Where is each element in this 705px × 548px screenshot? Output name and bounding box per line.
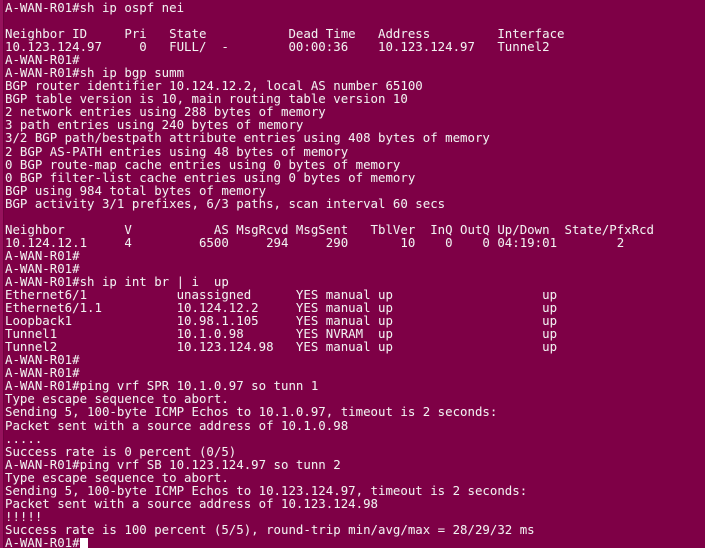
terminal-line: 0 BGP route-map cache entries using 0 by… bbox=[5, 156, 401, 172]
terminal-window[interactable]: A-WAN-R01#sh ip ospf nei Neighbor ID Pri… bbox=[0, 0, 705, 548]
terminal-command-line: A-WAN-R01#ping vrf SB 10.123.124.97 so t… bbox=[5, 456, 341, 472]
terminal-line: Sending 5, 100-byte ICMP Echos to 10.123… bbox=[5, 482, 528, 498]
terminal-line: A-WAN-R01#sh ip ospf nei bbox=[5, 0, 185, 15]
terminal-line: Packet sent with a source address of 10.… bbox=[5, 495, 378, 511]
terminal-line: BGP using 984 total bytes of memory bbox=[5, 182, 267, 198]
bgp-table-header: Neighbor V AS MsgRcvd MsgSent TblVer InQ… bbox=[5, 221, 655, 237]
terminal-line: 2 BGP AS-PATH entries using 48 bytes of … bbox=[5, 143, 349, 159]
ospf-table-row: 10.123.124.97 0 FULL/ - 00:00:36 10.123.… bbox=[5, 39, 550, 55]
terminal-cursor bbox=[79, 537, 88, 548]
interface-table-row: Tunnel2 10.123.124.98 YES manual up up bbox=[5, 339, 558, 355]
ping-result-markers: !!!!! bbox=[5, 508, 43, 524]
ping-success-rate: Success rate is 0 percent (0/5) bbox=[5, 443, 237, 459]
terminal-left-edge-shadow bbox=[3, 0, 4, 548]
terminal-line: BGP activity 3/1 prefixes, 6/3 paths, sc… bbox=[5, 195, 446, 211]
terminal-prompt-line: A-WAN-R01# bbox=[5, 352, 80, 368]
terminal-line: 3/2 BGP path/bestpath attribute entries … bbox=[5, 130, 490, 146]
ping-result-markers: ..... bbox=[5, 430, 43, 446]
terminal-line: Packet sent with a source address of 10.… bbox=[5, 417, 349, 433]
terminal-screen[interactable]: A-WAN-R01#sh ip ospf nei Neighbor ID Pri… bbox=[5, 1, 705, 548]
terminal-line: Type escape sequence to abort. bbox=[5, 469, 229, 485]
terminal-active-prompt-line[interactable]: A-WAN-R01# bbox=[5, 536, 705, 548]
bgp-table-row: 10.124.12.1 4 6500 294 290 10 0 0 04:19:… bbox=[5, 234, 625, 250]
terminal-prompt: A-WAN-R01# bbox=[5, 534, 80, 548]
terminal-prompt-line: A-WAN-R01# bbox=[5, 247, 80, 263]
terminal-line: Sending 5, 100-byte ICMP Echos to 10.1.0… bbox=[5, 404, 498, 420]
ping-success-rate: Success rate is 100 percent (5/5), round… bbox=[5, 521, 535, 537]
terminal-line: 0 BGP filter-list cache entries using 0 … bbox=[5, 169, 416, 185]
